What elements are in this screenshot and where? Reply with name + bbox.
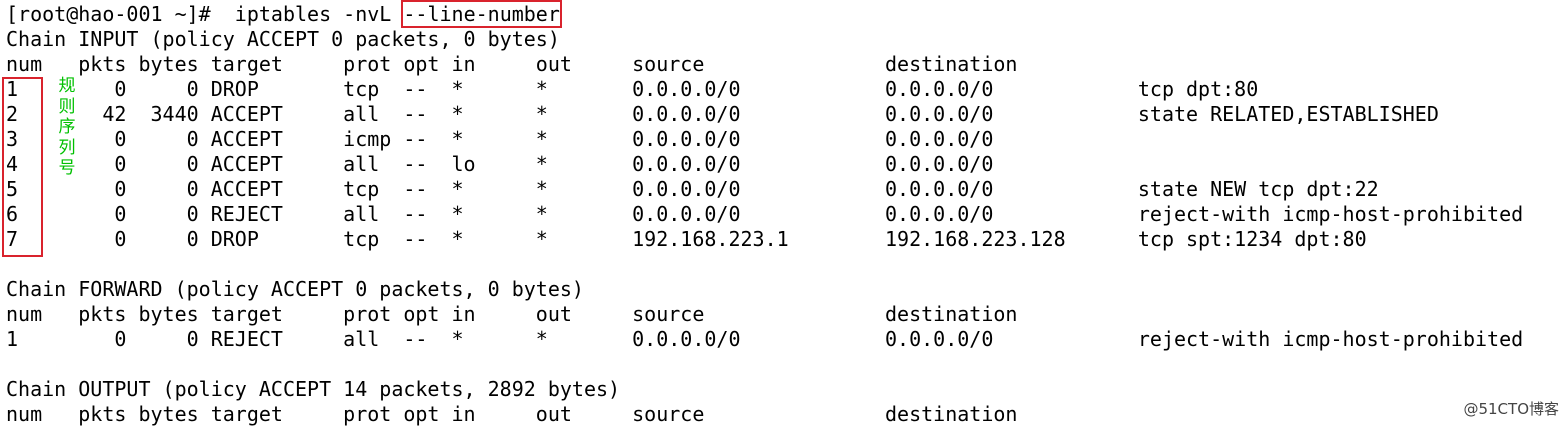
watermark: @51CTO博客 xyxy=(1463,400,1559,418)
terminal-line: 1 0 0 DROP tcp -- * * 0.0.0.0/0 0.0.0.0/… xyxy=(6,77,1259,101)
annotation-char: 号 xyxy=(58,158,76,179)
prompt-command-text: [root@hao-001 ~]# iptables -nvL xyxy=(6,2,404,26)
terminal-line: num pkts bytes target prot opt in out so… xyxy=(6,52,1018,76)
annotation-char: 规 xyxy=(58,76,76,96)
terminal-line: 3 0 0 ACCEPT icmp -- * * 0.0.0.0/0 0.0.0… xyxy=(6,127,994,151)
line-number-option-highlight: --line-number xyxy=(401,0,562,28)
rule-number-annotation: 规则序列号 xyxy=(57,76,77,179)
command-prompt-line: [root@hao-001 ~]# iptables -nvL --line-n… xyxy=(6,0,1523,28)
terminal-output[interactable]: [root@hao-001 ~]# iptables -nvL --line-n… xyxy=(6,0,1524,427)
annotation-char: 列 xyxy=(58,137,76,158)
terminal-line: 5 0 0 ACCEPT tcp -- * * 0.0.0.0/0 0.0.0.… xyxy=(6,177,1379,201)
terminal-line: 7 0 0 DROP tcp -- * * 192.168.223.1 192.… xyxy=(6,227,1367,251)
terminal-line: 4 0 0 ACCEPT all -- lo * 0.0.0.0/0 0.0.0… xyxy=(6,152,994,176)
rule-number-highlight-box xyxy=(2,77,43,257)
terminal-line: 2 42 3440 ACCEPT all -- * * 0.0.0.0/0 0.… xyxy=(6,102,1439,126)
annotation-char: 则 xyxy=(58,96,76,117)
terminal-line: Chain FORWARD (policy ACCEPT 0 packets, … xyxy=(6,277,584,301)
terminal-line: Chain OUTPUT (policy ACCEPT 14 packets, … xyxy=(6,377,621,401)
terminal-line: 6 0 0 REJECT all -- * * 0.0.0.0/0 0.0.0.… xyxy=(6,202,1524,226)
terminal-line: num pkts bytes target prot opt in out so… xyxy=(6,402,1018,426)
terminal-line: 1 0 0 REJECT all -- * * 0.0.0.0/0 0.0.0.… xyxy=(6,327,1524,351)
terminal-line: num pkts bytes target prot opt in out so… xyxy=(6,302,1018,326)
terminal-line: Chain INPUT (policy ACCEPT 0 packets, 0 … xyxy=(6,27,560,51)
annotation-char: 序 xyxy=(58,117,76,138)
